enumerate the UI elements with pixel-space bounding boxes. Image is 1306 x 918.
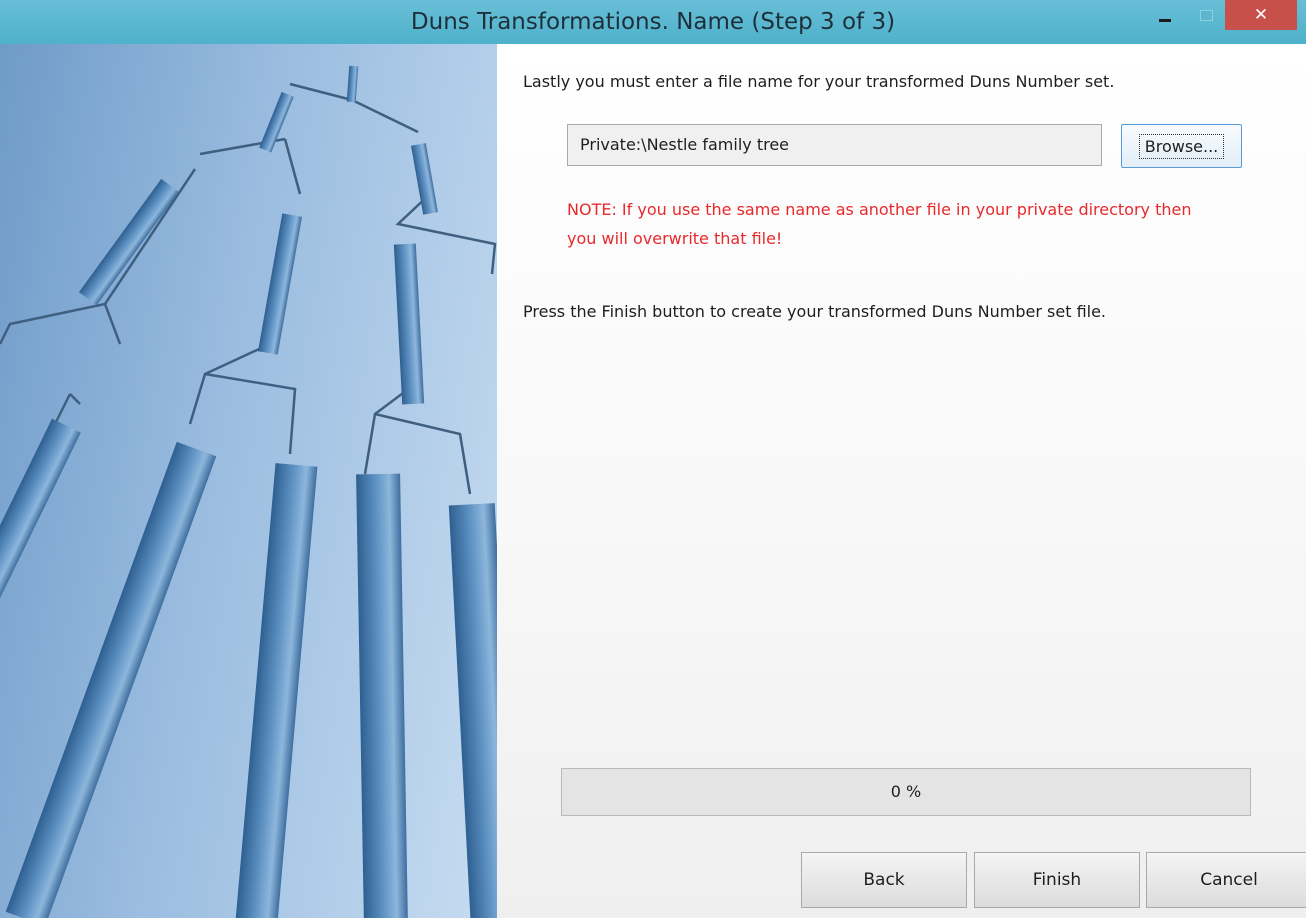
- wizard-content: Lastly you must enter a file name for yo…: [497, 44, 1306, 918]
- browse-button-label: Browse...: [1138, 133, 1225, 159]
- window-title: Duns Transformations. Name (Step 3 of 3): [410, 9, 896, 35]
- browse-button[interactable]: Browse...: [1121, 124, 1242, 168]
- maximize-button[interactable]: [1187, 0, 1225, 30]
- overwrite-warning: NOTE: If you use the same name as anothe…: [567, 200, 1192, 248]
- tree-diagram-illustration: [0, 65, 497, 918]
- intro-text: Lastly you must enter a file name for yo…: [523, 72, 1115, 91]
- wizard-side-image: [0, 44, 497, 918]
- minimize-icon: [1159, 18, 1171, 22]
- close-button[interactable]: ✕: [1225, 0, 1297, 30]
- back-button[interactable]: Back: [801, 852, 967, 908]
- progress-label: 0 %: [890, 782, 922, 801]
- close-icon: ✕: [1253, 5, 1269, 25]
- finish-button[interactable]: Finish: [974, 852, 1140, 908]
- file-name-field[interactable]: Private:\Nestle family tree: [567, 124, 1102, 166]
- maximize-icon: [1199, 9, 1213, 21]
- finish-instruction-text: Press the Finish button to create your t…: [523, 302, 1107, 321]
- title-bar: Duns Transformations. Name (Step 3 of 3)…: [0, 0, 1306, 44]
- progress-bar: 0 %: [561, 768, 1251, 816]
- minimize-button[interactable]: [1143, 0, 1187, 30]
- cancel-button[interactable]: Cancel: [1146, 852, 1306, 908]
